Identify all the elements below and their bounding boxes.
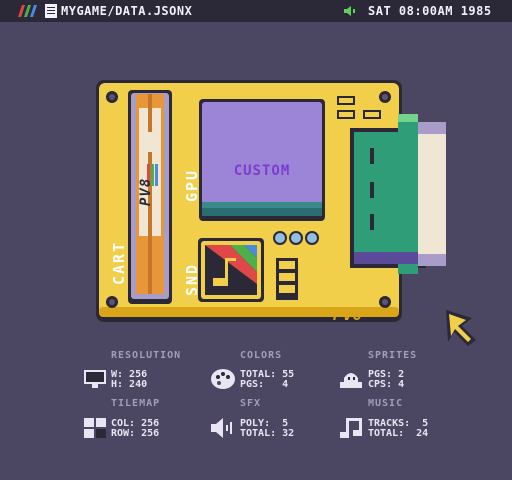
resolution-title: RESOLUTION bbox=[111, 350, 182, 361]
gpu-chip bbox=[199, 99, 325, 221]
monitor-icon bbox=[84, 370, 106, 388]
speaker-sfx-icon bbox=[211, 418, 232, 438]
board-graphic bbox=[96, 80, 476, 346]
music-total: TOTAL: 24 bbox=[368, 428, 429, 439]
file-path[interactable]: MYGAME/DATA.JSONX bbox=[61, 4, 192, 18]
tilemap-title: TILEMAP bbox=[111, 398, 161, 409]
snd-label: SND bbox=[183, 262, 201, 296]
cart-label: CART bbox=[110, 240, 128, 285]
sprites-title: SPRITES bbox=[368, 350, 418, 361]
resolution-height: H: 240 bbox=[111, 379, 148, 390]
sprites-cps: CPS: 4 bbox=[368, 379, 405, 390]
music-note-icon bbox=[340, 418, 362, 438]
sfx-total: TOTAL: 32 bbox=[240, 428, 295, 439]
rainbow-stripes-icon bbox=[18, 5, 37, 17]
sprite-ghost-icon bbox=[340, 373, 362, 388]
brand-badge: PV8 bbox=[332, 306, 364, 324]
speaker-icon[interactable] bbox=[343, 4, 357, 18]
colors-pages: PGS: 4 bbox=[240, 379, 289, 390]
specs-panel: RESOLUTION W: 256 H: 240 COLORS TOTAL: 5… bbox=[0, 342, 512, 480]
sfx-title: SFX bbox=[240, 398, 262, 409]
clock: SAT 08:00AM 1985 bbox=[368, 4, 492, 18]
capacitors bbox=[273, 231, 319, 245]
gpu-chip-text: CUSTOM bbox=[233, 163, 291, 179]
expansion-connector bbox=[350, 114, 446, 274]
hardware-board-view: CART GPU SND CUSTOM PV8 PV8 bbox=[0, 22, 512, 352]
file-icon bbox=[45, 4, 57, 18]
music-title: MUSIC bbox=[368, 398, 404, 409]
tilemap-icon bbox=[84, 418, 106, 438]
cart-brand: PV8 bbox=[138, 177, 154, 206]
pointer-arrow-icon bbox=[446, 310, 476, 346]
gpu-label: GPU bbox=[183, 168, 201, 202]
snd-chip bbox=[198, 238, 264, 302]
tilemap-rows: ROW: 256 bbox=[111, 428, 160, 439]
colors-title: COLORS bbox=[240, 350, 283, 361]
top-bar: MYGAME/DATA.JSONX SAT 08:00AM 1985 bbox=[0, 0, 512, 22]
palette-icon bbox=[211, 369, 235, 389]
